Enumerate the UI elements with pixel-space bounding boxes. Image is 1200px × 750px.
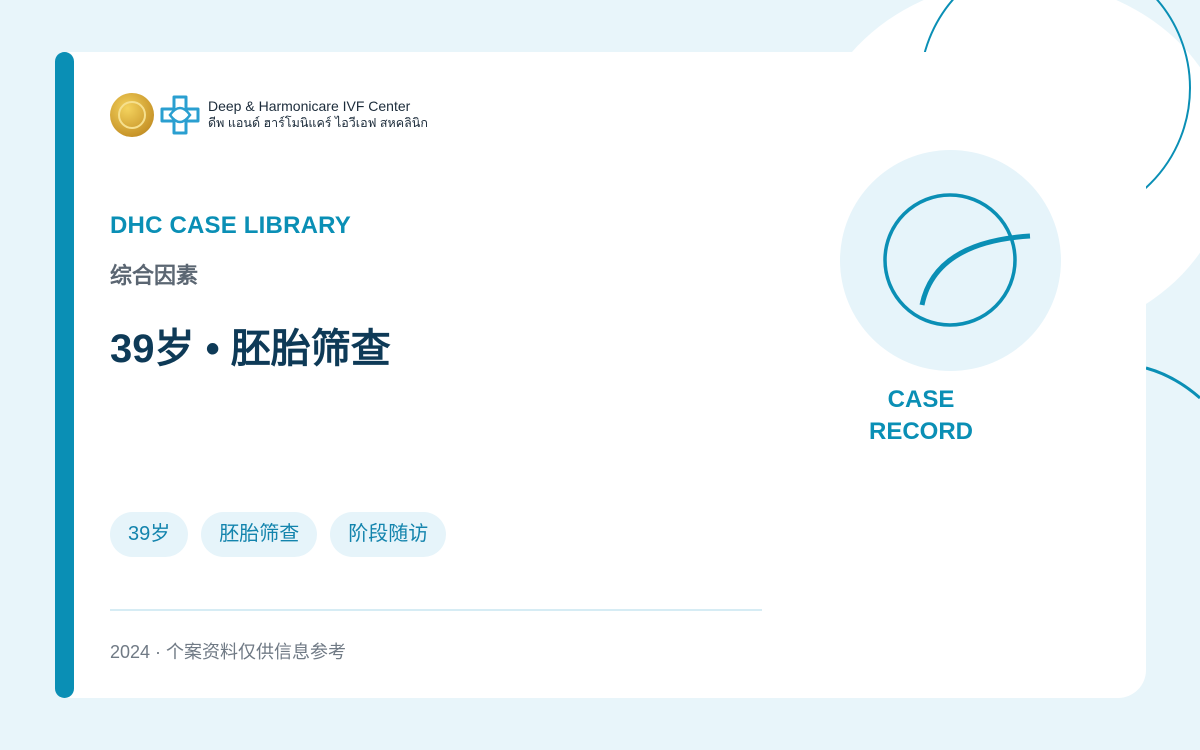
- footer-divider: [110, 609, 762, 611]
- footer-note: 2024 · 个案资料仅供信息参考: [110, 642, 347, 662]
- tag-list: 39岁 胚胎筛查 阶段随访: [110, 512, 447, 557]
- tag-age: 39岁: [110, 512, 189, 557]
- blue-cross-icon: [160, 95, 200, 135]
- arc-circle-icon: [883, 193, 1031, 327]
- logo-name-english: Deep & Harmonicare IVF Center: [208, 98, 411, 115]
- background-arc: [1145, 366, 1200, 400]
- badge-line-record: RECORD: [868, 418, 973, 445]
- case-category: 综合因素: [110, 263, 199, 288]
- library-kicker: DHC CASE LIBRARY: [110, 212, 351, 239]
- clinic-logo: Deep & Harmonicare IVF Center ดีพ แอนด์ …: [110, 93, 428, 137]
- badge-label: CASE RECORD: [866, 384, 976, 448]
- gold-seal-icon: [110, 93, 154, 137]
- case-title: 39岁 • 胚胎筛查: [110, 327, 391, 371]
- card-accent-bar: [55, 52, 74, 698]
- logo-name-thai: ดีพ แอนด์ ฮาร์โมนิแคร์ ไอวีเอฟ สหคลินิก: [208, 115, 428, 130]
- tag-followup: 阶段随访: [330, 512, 447, 557]
- badge-line-case: CASE: [887, 386, 955, 413]
- tag-screening: 胚胎筛查: [201, 512, 318, 557]
